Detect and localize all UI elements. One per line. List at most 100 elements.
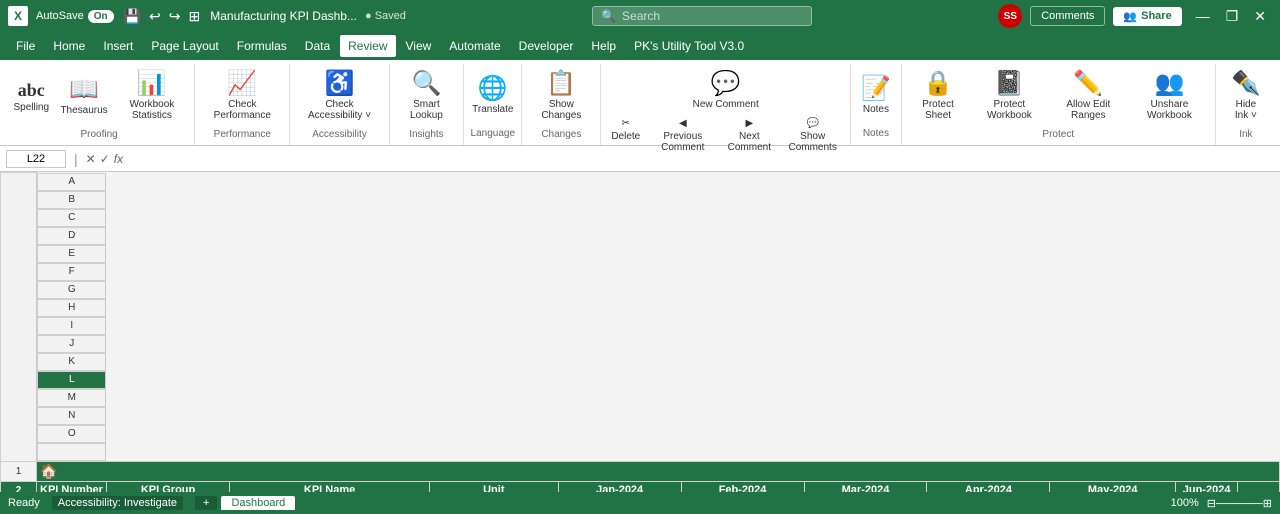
mar-header: Mar-2024 [804,481,927,492]
menu-insert[interactable]: Insert [95,35,141,57]
menu-help[interactable]: Help [583,35,624,57]
col-E[interactable]: E [37,245,106,263]
col-B[interactable]: B [37,191,106,209]
accessibility-text[interactable]: Accessibility: Investigate [52,496,183,510]
zoom-slider[interactable]: ⊟──────⊞ [1207,497,1272,510]
ribbon: abc Spelling 📖 Thesaurus 📊 Workbook Stat… [0,60,1280,146]
delete-comment-button[interactable]: ✂ Delete [607,116,644,155]
show-comments-icon: 💬 [806,118,818,129]
cell-reference[interactable] [6,150,66,168]
col-O[interactable]: O [37,425,106,443]
spelling-button[interactable]: abc Spelling [7,77,55,117]
sheet-tab-active[interactable]: Dashboard [221,496,295,510]
ink-group-label: Ink [1239,125,1252,142]
redo-button[interactable]: ↪ [167,6,183,27]
prev-comment-button[interactable]: ◀ Previous Comment [648,116,717,155]
protect-workbook-button[interactable]: 📓 Protect Workbook [972,68,1046,125]
performance-label: Performance [214,125,271,142]
share-button[interactable]: 👥 Share [1113,7,1181,26]
col-M[interactable]: M [37,389,106,407]
hide-ink-button[interactable]: ✒️ Hide Ink ˅ [1222,68,1270,125]
col-C[interactable]: C [37,209,106,227]
menu-formulas[interactable]: Formulas [229,35,295,57]
show-changes-button[interactable]: 📋 Show Changes [528,68,594,125]
menu-review[interactable]: Review [340,35,395,57]
menu-data[interactable]: Data [297,35,338,57]
save-button[interactable]: 💾 [122,6,143,27]
col-P[interactable] [37,443,106,461]
smart-lookup-button[interactable]: 🔍 Smart Lookup [396,68,458,125]
autosave-state[interactable]: On [88,10,114,23]
menu-utility[interactable]: PK's Utility Tool V3.0 [626,35,752,57]
protect-sheet-icon: 🔒 [923,72,953,96]
new-comment-label: New Comment [693,99,759,110]
ready-text: Ready [8,497,40,509]
insert-function-icon[interactable]: fx [114,152,123,166]
workbook-stats-label: Workbook Statistics [121,99,183,121]
close-button[interactable]: ✕ [1248,6,1272,27]
minimize-button[interactable]: — [1190,6,1216,27]
col-J[interactable]: J [37,335,106,353]
col-I[interactable]: I [37,317,106,335]
check-accessibility-label: Check Accessibility ˅ [304,99,374,121]
workbook-stats-button[interactable]: 📊 Workbook Statistics [113,68,191,125]
menu-view[interactable]: View [398,35,440,57]
col-N[interactable]: N [37,407,106,425]
next-comment-button[interactable]: ▶ Next Comment [721,116,777,155]
check-accessibility-button[interactable]: ♿ Check Accessibility ˅ [296,68,382,125]
search-box[interactable]: 🔍 [592,6,812,26]
formula-bar: | ✕ ✓ fx [0,146,1280,172]
comments-buttons: 💬 New Comment ✂ Delete ◀ Previous Commen… [607,68,844,155]
confirm-formula-icon[interactable]: ✓ [100,152,110,166]
menu-file[interactable]: File [8,35,43,57]
show-comments-button[interactable]: 💬 Show Comments [781,116,844,155]
spreadsheet[interactable]: A B C D E F G H I J K L M N O [0,172,1280,492]
workbook-stats-icon: 📊 [137,72,167,96]
row-num-1[interactable]: 1 [1,461,37,481]
language-label: Language [471,124,516,141]
notes-button[interactable]: 📝 Notes [852,73,900,119]
new-comment-button[interactable]: 💬 New Comment [685,68,767,114]
thesaurus-button[interactable]: 📖 Thesaurus [59,74,109,120]
comments-button[interactable]: Comments [1030,6,1105,26]
unshare-workbook-button[interactable]: 👥 Unshare Workbook [1130,68,1209,125]
protect-sheet-button[interactable]: 🔒 Protect Sheet [908,68,968,125]
restore-button[interactable]: ❐ [1220,6,1245,27]
col-H[interactable]: H [37,299,106,317]
add-sheet-button[interactable]: + [195,496,217,510]
col-A[interactable]: A [37,173,106,191]
col-G[interactable]: G [37,281,106,299]
allow-edit-ranges-button[interactable]: ✏️ Allow Edit Ranges [1050,68,1126,125]
ribbon-protect: 🔒 Protect Sheet 📓 Protect Workbook ✏️ Al… [902,64,1216,145]
row-num-2[interactable]: 2 [1,481,37,492]
comments-row1: 💬 New Comment [685,68,767,114]
check-performance-label: Check Performance [209,99,275,121]
autosave-toggle[interactable]: AutoSave On [36,10,114,23]
cancel-formula-icon[interactable]: ✕ [86,152,96,166]
col-L[interactable]: L [37,371,106,389]
ribbon-ink: ✒️ Hide Ink ˅ Ink [1216,64,1276,145]
translate-button[interactable]: 🌐 Translate [464,73,521,119]
protect-sheet-label: Protect Sheet [916,99,960,121]
proofing-buttons: abc Spelling 📖 Thesaurus 📊 Workbook Stat… [7,68,191,125]
menu-automate[interactable]: Automate [441,35,508,57]
menu-home[interactable]: Home [45,35,93,57]
search-input[interactable] [622,9,802,23]
menu-developer[interactable]: Developer [511,35,582,57]
title-bar-left: X AutoSave On 💾 ↩ ↪ ⊞ Manufacturing KPI … [8,6,406,27]
user-avatar[interactable]: SS [998,4,1022,28]
col-K[interactable]: K [37,353,106,371]
title-bar-right: SS Comments 👥 Share — ❐ ✕ [998,4,1272,28]
ribbon-language: 🌐 Translate Language [464,64,522,145]
col-F[interactable]: F [37,263,106,281]
window-controls: — ❐ ✕ [1190,6,1272,27]
more-header [1238,481,1280,492]
grid-button[interactable]: ⊞ [187,6,203,27]
col-D[interactable]: D [37,227,106,245]
check-performance-button[interactable]: 📈 Check Performance [201,68,283,125]
formula-input[interactable] [127,151,1274,167]
ribbon-performance: 📈 Check Performance Performance [195,64,290,145]
undo-button[interactable]: ↩ [147,6,163,27]
menu-page-layout[interactable]: Page Layout [143,35,226,57]
accessibility-label: Accessibility [312,125,366,142]
